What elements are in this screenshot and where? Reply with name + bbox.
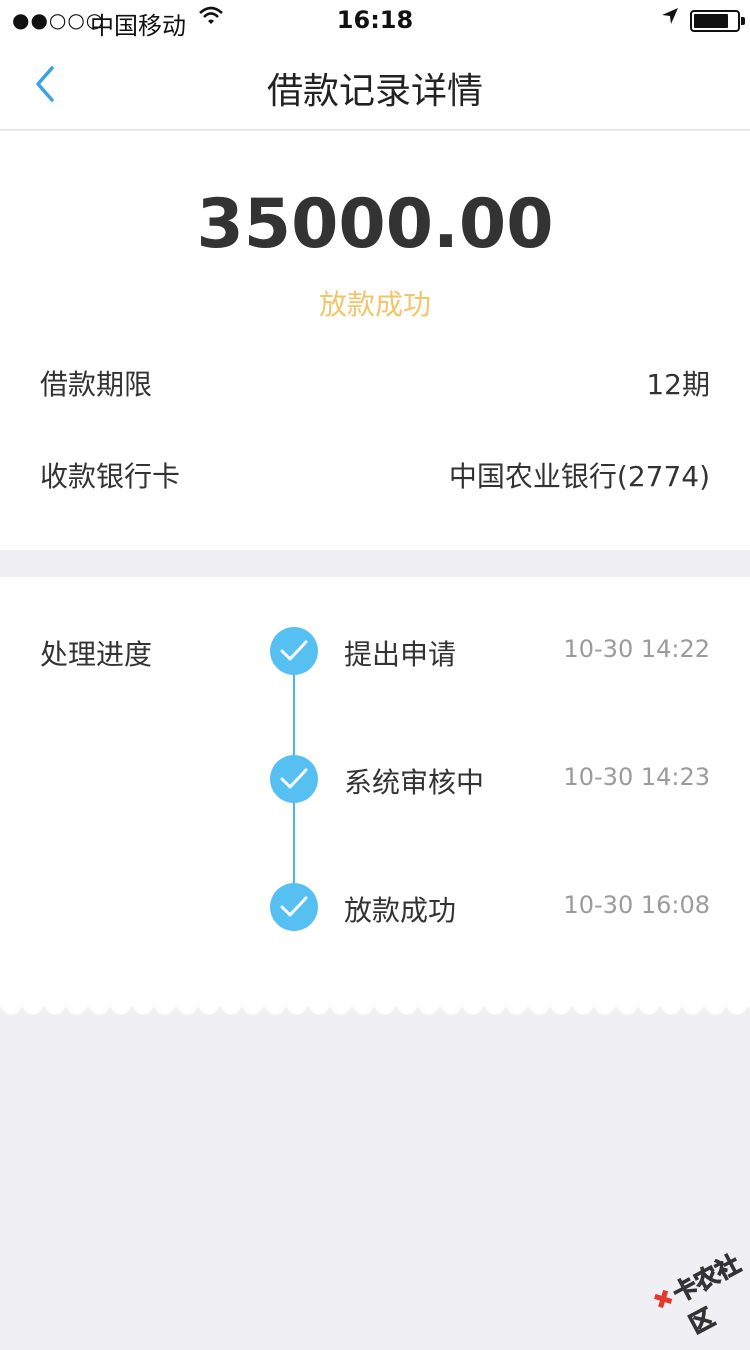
- step-time: 10-30 14:23: [563, 763, 710, 791]
- step-name: 放款成功: [344, 894, 457, 927]
- check-circle-icon: [270, 755, 318, 803]
- timeline-step: 提出申请 10-30 14:22: [270, 627, 710, 677]
- loan-summary-card: 35000.00 放款成功 借款期限 12期 收款银行卡 中国农业银行(2774…: [0, 131, 750, 550]
- battery-icon: [690, 10, 745, 32]
- bank-card-label: 收款银行卡: [40, 460, 181, 493]
- watermark-logo: ✖ 卡农社区: [640, 1231, 750, 1339]
- step-time: 10-30 16:08: [563, 891, 710, 919]
- progress-label: 处理进度: [40, 638, 153, 671]
- timeline-step: 系统审核中 10-30 14:23: [270, 755, 710, 805]
- step-name: 提出申请: [344, 638, 457, 671]
- step-name: 系统审核中: [344, 766, 485, 799]
- check-circle-icon: [270, 883, 318, 931]
- bank-card-value: 中国农业银行(2774): [448, 460, 710, 493]
- step-time: 10-30 14:22: [563, 635, 710, 663]
- scalloped-edge: [0, 1004, 750, 1018]
- clock: 16:18: [336, 6, 414, 34]
- check-circle-icon: [270, 627, 318, 675]
- loan-term-label: 借款期限: [40, 368, 153, 401]
- navigation-bar: 借款记录详情: [0, 40, 750, 130]
- loan-term-row: 借款期限 12期: [40, 363, 710, 407]
- status-bar: ●●○○○ 中国移动 16:18: [0, 0, 750, 40]
- watermark-text: 卡农社区: [668, 1249, 746, 1340]
- location-arrow-icon: [660, 6, 680, 32]
- page-title: 借款记录详情: [266, 71, 483, 112]
- bank-card-row: 收款银行卡 中国农业银行(2774): [40, 455, 710, 499]
- timeline-step: 放款成功 10-30 16:08: [270, 883, 710, 933]
- loan-term-value: 12期: [646, 368, 710, 401]
- loan-status: 放款成功: [318, 288, 431, 321]
- loan-amount: 35000.00: [196, 185, 554, 264]
- progress-card: 处理进度 提出申请 10-30 14:22 系统审核中 10-30 14:23 …: [0, 577, 750, 1007]
